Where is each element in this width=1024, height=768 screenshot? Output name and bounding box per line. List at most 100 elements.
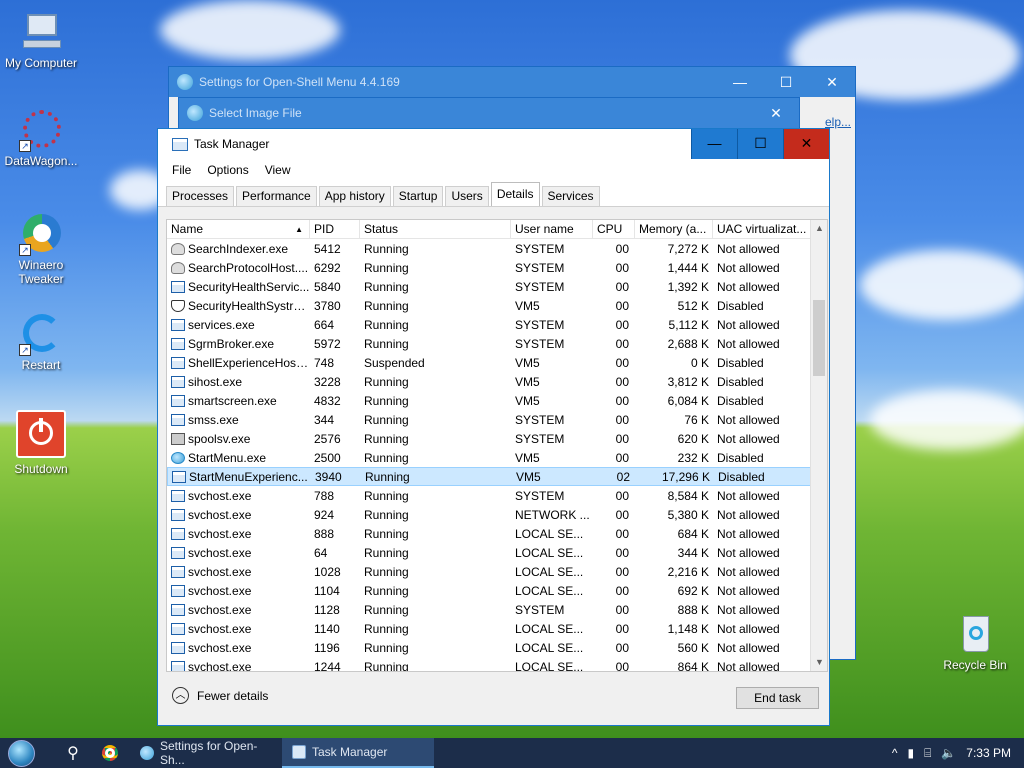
cell-user: NETWORK ... [515, 507, 590, 522]
cell-status: Running [364, 507, 409, 522]
cell-memory: 5,380 K [667, 507, 709, 522]
table-row[interactable]: svchost.exe 1244 Running LOCAL SE... 00 864 K… [167, 657, 827, 672]
menu-file[interactable]: File [164, 163, 199, 177]
task-manager-titlebar[interactable]: Task Manager — ☐ ✕ [158, 129, 829, 159]
cell-cpu: 00 [615, 640, 629, 655]
cell-pid: 888 [314, 526, 335, 541]
table-row[interactable]: SearchIndexer.exe 5412 Running SYSTEM 00 7,27… [167, 239, 827, 258]
column-header-memory[interactable]: Memory (a... [635, 220, 713, 238]
taskbar-app-settings[interactable]: Settings for Open-Sh... [130, 738, 282, 768]
scroll-down-icon[interactable]: ▼ [811, 654, 827, 671]
cell-status: Running [364, 564, 409, 579]
menu-options[interactable]: Options [199, 163, 256, 177]
table-row[interactable]: smartscreen.exe 4832 Running VM5 00 6,084 K Di… [167, 391, 827, 410]
table-row[interactable]: smss.exe 344 Running SYSTEM 00 76 K Not allowe… [167, 410, 827, 429]
cell-user: SYSTEM [515, 602, 565, 617]
cell-memory: 1,392 K [667, 279, 709, 294]
taskbar-app-task-manager[interactable]: Task Manager [282, 738, 434, 768]
tab-processes[interactable]: Processes [166, 186, 235, 206]
window-process-icon [171, 584, 185, 597]
column-header-user[interactable]: User name [511, 220, 593, 238]
close-icon[interactable]: ✕ [783, 129, 829, 159]
cell-pid: 3940 [315, 469, 342, 484]
task-manager-window[interactable]: Task Manager — ☐ ✕ File Options View Pro… [157, 128, 830, 726]
chrome-icon[interactable] [102, 745, 118, 761]
table-row[interactable]: SecurityHealthSystra... 3780 Running VM5 00 5… [167, 296, 827, 315]
column-header-uac[interactable]: UAC virtualizat... [713, 220, 813, 238]
desktop-icon-recycle-bin[interactable]: Recycle Bin [934, 612, 1016, 672]
battery-icon[interactable]: ▮ [908, 746, 915, 760]
cell-status: Suspended [364, 355, 425, 370]
clock[interactable]: 7:33 PM [966, 746, 1011, 760]
minimize-icon[interactable]: — [691, 129, 737, 159]
table-row[interactable]: SgrmBroker.exe 5972 Running SYSTEM 00 2,688 K… [167, 334, 827, 353]
cell-status: Running [364, 279, 409, 294]
cell-memory: 0 K [690, 355, 709, 370]
menu-view[interactable]: View [257, 163, 299, 177]
cell-name: sihost.exe [167, 375, 310, 389]
search-icon[interactable]: ⚲ [56, 743, 90, 763]
column-header-status[interactable]: Status [360, 220, 511, 238]
vertical-scrollbar[interactable]: ▲ ▼ [810, 220, 827, 671]
tab-details[interactable]: Details [490, 182, 540, 206]
cell-memory: 17,296 K [661, 469, 710, 484]
table-row[interactable]: svchost.exe 788 Running SYSTEM 00 8,584 K Not … [167, 486, 827, 505]
table-row[interactable]: ShellExperienceHost.... 748 Suspended VM5 00… [167, 353, 827, 372]
column-header-pid[interactable]: PID [310, 220, 360, 238]
tab-services[interactable]: Services [541, 186, 600, 206]
table-row[interactable]: StartMenuExperienc... 3940 Running VM5 02 17,… [167, 467, 827, 486]
settings-window-titlebar[interactable]: Settings for Open-Shell Menu 4.4.169 — ☐… [169, 67, 855, 97]
maximize-icon[interactable]: ☐ [763, 74, 809, 91]
window-process-icon [171, 413, 185, 426]
minimize-icon[interactable]: — [717, 74, 763, 90]
tab-performance[interactable]: Performance [236, 186, 317, 206]
cell-cpu: 00 [615, 659, 629, 672]
table-row[interactable]: services.exe 664 Running SYSTEM 00 5,112 K Not… [167, 315, 827, 334]
tab-users[interactable]: Users [445, 186, 489, 206]
table-row[interactable]: StartMenu.exe 2500 Running VM5 00 232 K Disabl… [167, 448, 827, 467]
scroll-up-icon[interactable]: ▲ [811, 220, 827, 237]
network-icon[interactable]: ⌸ [924, 746, 931, 761]
cell-name: SearchProtocolHost.... [167, 261, 310, 275]
table-row[interactable]: SecurityHealthServic... 5840 Running SYSTEM… [167, 277, 827, 296]
volume-icon[interactable]: 🔈 [941, 746, 956, 760]
start-button[interactable] [0, 738, 36, 768]
end-task-button[interactable]: End task [736, 687, 819, 709]
window-process-icon [171, 641, 185, 654]
table-row[interactable]: svchost.exe 64 Running LOCAL SE... 00 344 K No… [167, 543, 827, 562]
tab-startup[interactable]: Startup [392, 186, 444, 206]
table-row[interactable]: sihost.exe 3228 Running VM5 00 3,812 K Disable… [167, 372, 827, 391]
fewer-details-link[interactable]: ︿ Fewer details [172, 687, 268, 704]
chevron-up-icon[interactable]: ^ [892, 746, 898, 760]
cell-cpu: 02 [616, 469, 630, 484]
table-row[interactable]: svchost.exe 1196 Running LOCAL SE... 00 560 K… [167, 638, 827, 657]
table-row[interactable]: svchost.exe 1140 Running LOCAL SE... 00 1,148… [167, 619, 827, 638]
table-row[interactable]: spoolsv.exe 2576 Running SYSTEM 00 620 K Not a… [167, 429, 827, 448]
column-header-name[interactable]: Name ▲ [167, 220, 310, 238]
table-row[interactable]: svchost.exe 1028 Running LOCAL SE... 00 2,216… [167, 562, 827, 581]
table-row[interactable]: svchost.exe 1128 Running SYSTEM 00 888 K Not a… [167, 600, 827, 619]
help-link[interactable]: elp... [825, 115, 851, 129]
table-row[interactable]: SearchProtocolHost.... 6292 Running SYSTEM 0… [167, 258, 827, 277]
close-icon[interactable]: ✕ [809, 74, 855, 91]
desktop-icon-my-computer[interactable]: My Computer [0, 10, 82, 70]
table-row[interactable]: svchost.exe 924 Running NETWORK ... 00 5,380 … [167, 505, 827, 524]
maximize-icon[interactable]: ☐ [737, 129, 783, 159]
desktop-icon-shutdown[interactable]: Shutdown [0, 410, 82, 476]
tab-app-history[interactable]: App history [318, 186, 391, 206]
close-icon[interactable]: ✕ [753, 105, 799, 122]
cell-memory: 1,148 K [667, 621, 709, 636]
desktop-icon-winaero-tweaker[interactable]: ↗ Winaero Tweaker [0, 212, 82, 286]
desktop-icon-datawagon[interactable]: ↗ DataWagon... [0, 108, 82, 168]
cell-cpu: 00 [615, 241, 629, 256]
scrollbar-thumb[interactable] [813, 300, 825, 376]
cell-pid: 5840 [314, 279, 341, 294]
cell-pid: 1104 [314, 583, 340, 598]
table-row[interactable]: svchost.exe 888 Running LOCAL SE... 00 684 K N… [167, 524, 827, 543]
process-table[interactable]: Name ▲ PID Status User name CPU Memory (… [166, 219, 828, 672]
table-row[interactable]: svchost.exe 1104 Running LOCAL SE... 00 692 K… [167, 581, 827, 600]
select-image-titlebar[interactable]: Select Image File ✕ [179, 98, 799, 128]
column-header-cpu[interactable]: CPU [593, 220, 635, 238]
cell-uac: Not allowed [717, 488, 780, 503]
desktop-icon-restart[interactable]: ↗ Restart [0, 312, 82, 372]
